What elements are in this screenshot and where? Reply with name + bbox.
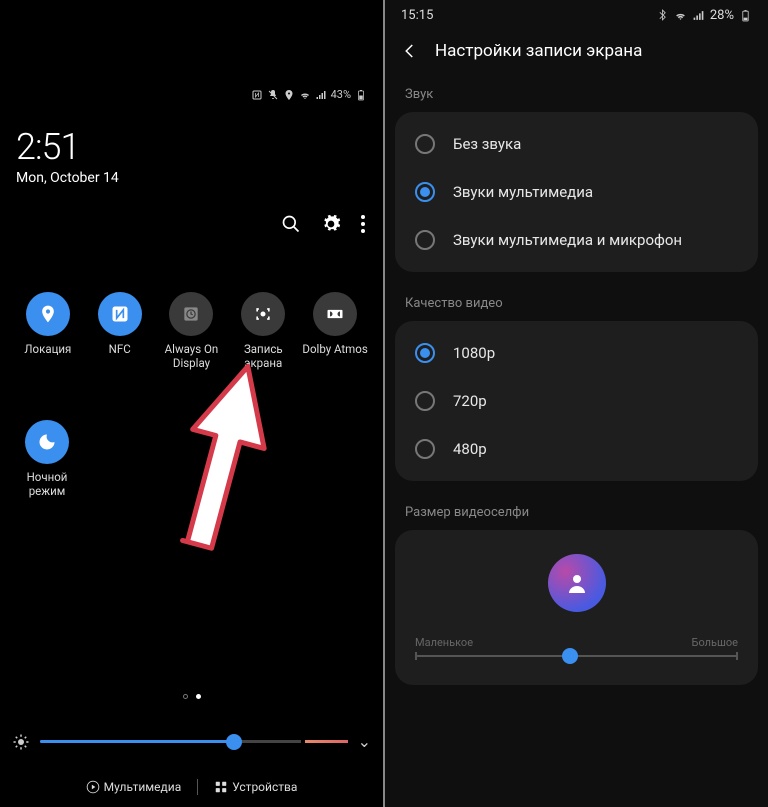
battery-icon bbox=[739, 9, 752, 22]
qs-tile-dolby[interactable]: Dolby Atmos bbox=[300, 292, 370, 371]
qs-tile-location[interactable]: Локация bbox=[13, 292, 83, 371]
quick-settings-row2: Ночной режим bbox=[12, 420, 82, 499]
clock-time: 2:51 bbox=[16, 126, 119, 168]
radio-icon bbox=[415, 230, 435, 250]
multimedia-button[interactable]: Мультимедиа bbox=[86, 780, 182, 795]
status-time: 15:15 bbox=[401, 8, 433, 23]
sound-option-media[interactable]: Звуки мультимедиа bbox=[395, 168, 758, 216]
clock-date: Mon, October 14 bbox=[16, 170, 119, 186]
brightness-track[interactable] bbox=[40, 740, 348, 743]
chevron-down-icon[interactable]: ⌄ bbox=[358, 732, 371, 751]
selfie-size-slider[interactable] bbox=[415, 655, 738, 657]
bottom-controls: Мультимедиа Устройства bbox=[0, 779, 383, 795]
sound-option-none[interactable]: Без звука bbox=[395, 120, 758, 168]
bluetooth-icon bbox=[656, 9, 669, 22]
record-icon bbox=[253, 304, 273, 324]
page-indicator bbox=[0, 694, 383, 699]
section-sound-label: Звук bbox=[385, 79, 768, 112]
quality-options: 1080p 720p 480p bbox=[395, 321, 758, 481]
nfc-status-icon bbox=[251, 89, 263, 101]
radio-icon bbox=[415, 391, 435, 411]
nfc-icon bbox=[110, 304, 130, 324]
moon-icon bbox=[37, 432, 57, 452]
sound-option-media-mic[interactable]: Звуки мультимедиа и микрофон bbox=[395, 216, 758, 264]
status-bar: 15:15 28% bbox=[385, 0, 768, 29]
clock-block: 2:51 Mon, October 14 bbox=[16, 126, 119, 186]
avatar-preview bbox=[548, 554, 606, 612]
qs-tile-aod[interactable]: Always On Display bbox=[156, 292, 226, 371]
pin-icon bbox=[38, 304, 58, 324]
clock-icon bbox=[181, 304, 201, 324]
qs-tile-night[interactable]: Ночной режим bbox=[12, 420, 82, 499]
quality-option-720[interactable]: 720p bbox=[395, 377, 758, 425]
devices-button[interactable]: Устройства bbox=[214, 780, 297, 795]
devices-icon bbox=[214, 780, 228, 794]
battery-percent: 43% bbox=[331, 88, 351, 101]
brightness-slider[interactable]: ⌄ bbox=[12, 732, 371, 751]
more-icon[interactable] bbox=[361, 215, 365, 233]
settings-header: Настройки записи экрана bbox=[385, 29, 768, 79]
status-bar: 43% bbox=[251, 88, 367, 101]
quick-settings-grid: Локация NFC Always On Display Запись экр… bbox=[0, 292, 383, 371]
qs-tile-nfc[interactable]: NFC bbox=[85, 292, 155, 371]
play-icon bbox=[86, 780, 100, 794]
radio-icon bbox=[415, 134, 435, 154]
dolby-icon bbox=[325, 304, 345, 324]
person-icon bbox=[565, 571, 589, 595]
quick-panel-screen: 43% 2:51 Mon, October 14 Локация NFC Alw… bbox=[0, 0, 383, 807]
radio-icon bbox=[415, 343, 435, 363]
battery-icon bbox=[355, 89, 367, 101]
signal-icon bbox=[692, 9, 705, 22]
screen-record-settings: 15:15 28% Настройки записи экрана Звук Б… bbox=[385, 0, 768, 807]
panel-actions bbox=[281, 214, 365, 234]
sound-options: Без звука Звуки мультимедиа Звуки мульти… bbox=[395, 112, 758, 272]
qs-tile-screen-record[interactable]: Запись экрана bbox=[228, 292, 298, 371]
mute-icon bbox=[267, 89, 279, 101]
page-title: Настройки записи экрана bbox=[435, 41, 642, 61]
radio-icon bbox=[415, 439, 435, 459]
quality-option-480[interactable]: 480p bbox=[395, 425, 758, 473]
battery-percent: 28% bbox=[710, 8, 734, 23]
brightness-icon bbox=[12, 733, 30, 751]
gear-icon[interactable] bbox=[321, 214, 341, 234]
section-quality-label: Качество видео bbox=[385, 288, 768, 321]
back-icon[interactable] bbox=[401, 42, 419, 60]
location-status-icon bbox=[283, 89, 295, 101]
radio-icon bbox=[415, 182, 435, 202]
signal-icon bbox=[315, 89, 327, 101]
arrow-pointer bbox=[175, 360, 275, 560]
wifi-icon bbox=[674, 9, 687, 22]
slider-labels: Маленькое Большое bbox=[415, 636, 738, 649]
section-selfie-label: Размер видеоселфи bbox=[385, 497, 768, 530]
quality-option-1080[interactable]: 1080p bbox=[395, 329, 758, 377]
wifi-icon bbox=[299, 89, 311, 101]
search-icon[interactable] bbox=[281, 214, 301, 234]
selfie-size-card: Маленькое Большое bbox=[395, 530, 758, 685]
